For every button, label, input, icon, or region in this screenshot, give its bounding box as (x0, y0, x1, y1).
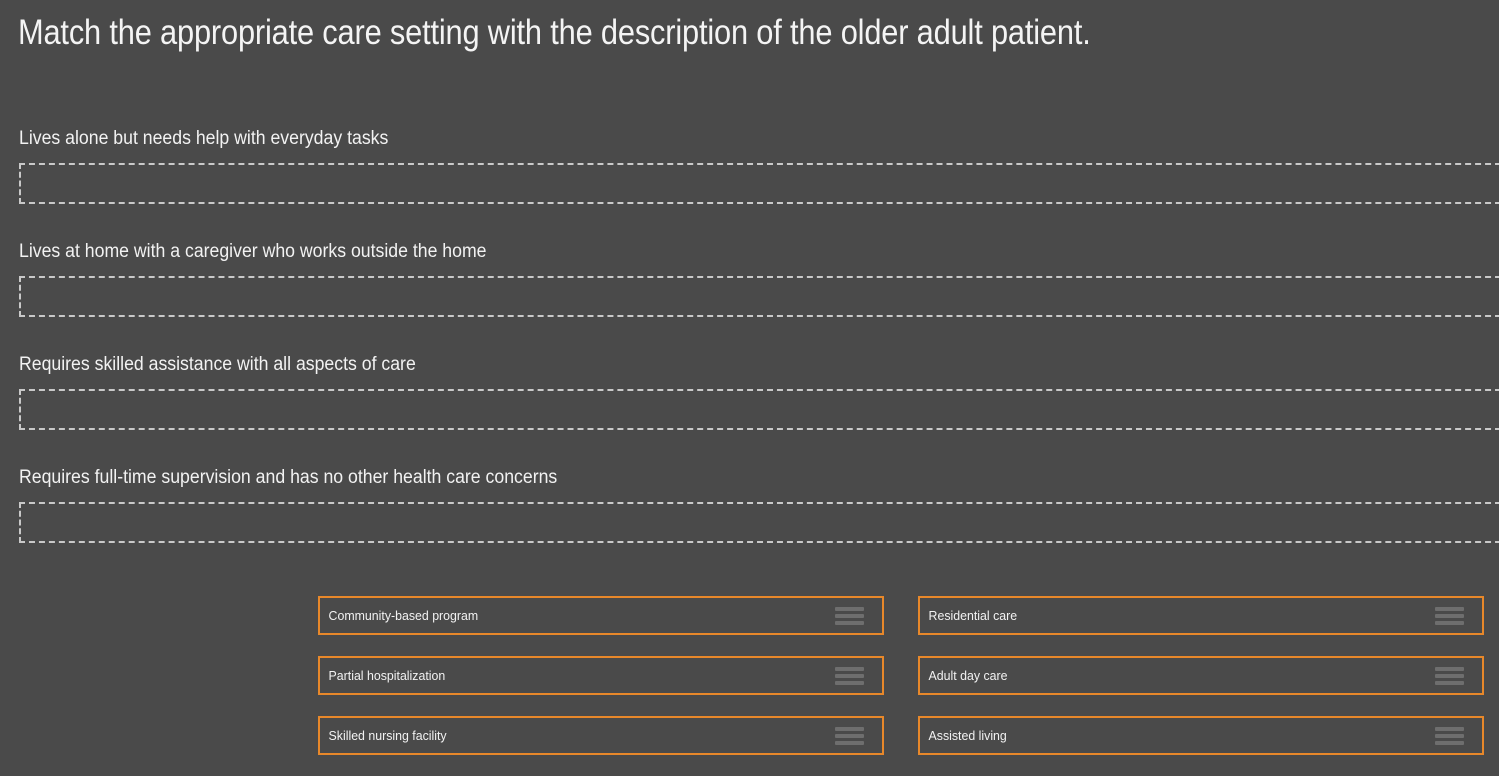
drag-handle-bar (835, 733, 864, 738)
drop-zone-3[interactable] (19, 389, 1499, 430)
drag-handle-icon[interactable] (1435, 606, 1464, 625)
drag-handle-bar (835, 666, 864, 671)
drag-handle-icon[interactable] (1435, 726, 1464, 745)
match-row: Lives alone but needs help with everyday… (0, 126, 1499, 239)
option-tile-label: Residential care (928, 608, 1018, 623)
drag-handle-bar (1435, 726, 1464, 731)
option-tile-label: Community-based program (328, 608, 479, 623)
option-tile-label: Skilled nursing facility (328, 728, 447, 743)
prompt-label-3: Requires skilled assistance with all asp… (19, 354, 416, 375)
option-tile-community-based-program[interactable]: Community-based program (318, 596, 884, 635)
drag-handle-bar (1435, 740, 1464, 745)
drag-handle-bar (1435, 733, 1464, 738)
drag-handle-icon[interactable] (835, 666, 864, 685)
option-tile-label: Assisted living (928, 728, 1007, 743)
drop-zone-1[interactable] (19, 163, 1499, 204)
matching-prompt-list: Lives alone but needs help with everyday… (0, 126, 1499, 578)
option-row: Partial hospitalization Adult day care (318, 656, 1484, 695)
page-title: Match the appropriate care setting with … (18, 13, 1091, 52)
option-tile-residential-care[interactable]: Residential care (918, 596, 1484, 635)
match-row: Requires skilled assistance with all asp… (0, 352, 1499, 465)
drag-handle-icon[interactable] (835, 606, 864, 625)
drag-handle-bar (835, 613, 864, 618)
drag-handle-bar (835, 620, 864, 625)
option-tile-adult-day-care[interactable]: Adult day care (918, 656, 1484, 695)
match-row: Lives at home with a caregiver who works… (0, 239, 1499, 352)
drag-handle-icon[interactable] (835, 726, 864, 745)
prompt-label-4: Requires full-time supervision and has n… (19, 467, 558, 488)
drag-handle-bar (835, 726, 864, 731)
option-tile-partial-hospitalization[interactable]: Partial hospitalization (318, 656, 884, 695)
option-row: Community-based program Residential care (318, 596, 1484, 635)
drag-handle-bar (1435, 606, 1464, 611)
drop-zone-4[interactable] (19, 502, 1499, 543)
drag-handle-bar (835, 740, 864, 745)
drag-handle-bar (835, 606, 864, 611)
match-row: Requires full-time supervision and has n… (0, 465, 1499, 578)
option-tile-assisted-living[interactable]: Assisted living (918, 716, 1484, 755)
drag-handle-bar (1435, 673, 1464, 678)
prompt-label-1: Lives alone but needs help with everyday… (19, 128, 389, 149)
drag-handle-bar (835, 673, 864, 678)
prompt-label-2: Lives at home with a caregiver who works… (19, 241, 487, 262)
option-tile-label: Partial hospitalization (328, 668, 446, 683)
drag-handle-icon[interactable] (1435, 666, 1464, 685)
drag-handle-bar (1435, 666, 1464, 671)
drag-handle-bar (1435, 620, 1464, 625)
drag-handle-bar (1435, 680, 1464, 685)
option-row: Skilled nursing facility Assisted living (318, 716, 1484, 755)
draggable-option-grid: Community-based program Residential care… (318, 596, 1484, 776)
drag-handle-bar (835, 680, 864, 685)
option-tile-skilled-nursing-facility[interactable]: Skilled nursing facility (318, 716, 884, 755)
option-tile-label: Adult day care (928, 668, 1008, 683)
drag-handle-bar (1435, 613, 1464, 618)
drop-zone-2[interactable] (19, 276, 1499, 317)
